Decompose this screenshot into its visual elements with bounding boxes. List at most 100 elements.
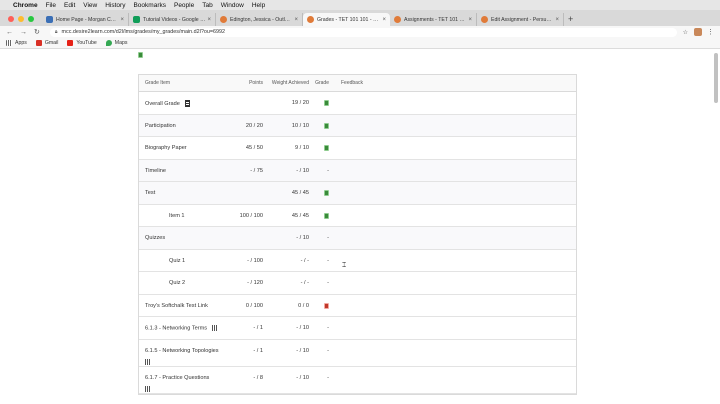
close-window-icon[interactable] (8, 16, 14, 22)
back-icon[interactable]: ← (6, 29, 13, 36)
grade-cell (309, 295, 333, 309)
feedback-cell (333, 295, 576, 303)
menu-app-name[interactable]: Chrome (13, 2, 38, 9)
feedback-cell (333, 205, 576, 213)
weight-cell: 45 / 45 (291, 190, 309, 196)
bookmark-apps[interactable]: Apps (6, 40, 27, 46)
col-grade: Grade (315, 80, 329, 86)
grade-badge-icon (324, 190, 329, 196)
table-row: Troy's Softchalk Test Link 0 / 100 0 / 0 (139, 295, 576, 317)
menu-window[interactable]: Window (221, 2, 244, 9)
browser-tab[interactable]: Edington, Jessica - Outlook Web× (216, 13, 303, 26)
feedback-cell (333, 182, 576, 190)
grade-badge-icon (324, 100, 329, 106)
d2l-favicon-icon (220, 16, 227, 23)
feedback-cell (333, 367, 576, 375)
grade-item-name: Biography Paper (145, 145, 187, 151)
statistics-icon[interactable] (212, 325, 219, 331)
close-tab-icon[interactable]: × (120, 17, 124, 23)
browser-tab[interactable]: Assignments - TET 101 101 - Sa× (390, 13, 477, 26)
menu-help[interactable]: Help (252, 2, 265, 9)
menu-dots-icon[interactable]: ⋮ (707, 28, 714, 36)
grades-table: Grade Item Points Weight Achieved Grade … (138, 74, 577, 395)
bookmark-label: YouTube (76, 40, 97, 46)
gmail-icon (35, 40, 42, 46)
forward-icon[interactable]: → (20, 29, 27, 36)
tab-title: Edington, Jessica - Outlook Web (230, 16, 293, 23)
bookmark-gmail[interactable]: Gmail (35, 40, 58, 46)
table-row: Test 45 / 45 (139, 182, 576, 205)
table-row: Quizzes - / 10 - (139, 227, 576, 250)
tab-strip: Home Page - Morgan Communi...× Tutorial … (0, 10, 720, 26)
weight-cell: - / - (300, 280, 309, 286)
lock-icon[interactable]: 🔒︎ (55, 29, 58, 35)
menu-history[interactable]: History (105, 2, 125, 9)
bookmark-youtube[interactable]: YouTube (67, 40, 97, 46)
bookmarks-bar: Apps Gmail YouTube Maps (0, 38, 720, 49)
site-favicon-icon (46, 16, 53, 23)
zoom-window-icon[interactable] (28, 16, 34, 22)
grade-item-name: Quiz 1 (169, 257, 186, 264)
bookmark-label: Maps (114, 40, 128, 46)
grade-item-name: Quiz 2 (169, 280, 186, 286)
grade-item-name: 6.1.5 - Networking Topologies (145, 347, 219, 354)
points-cell: - / 100 (247, 257, 263, 264)
col-feedback: Feedback (341, 80, 363, 86)
bookmark-label: Apps (15, 40, 27, 46)
bookmark-star-icon[interactable]: ☆ (683, 29, 688, 36)
menu-tab[interactable]: Tab (202, 2, 212, 9)
feedback-cell (333, 250, 576, 258)
table-row: Item 1 100 / 100 45 / 45 (139, 205, 576, 227)
statistics-icon[interactable] (145, 358, 151, 365)
grade-badge-icon (324, 302, 329, 309)
menu-view[interactable]: View (83, 2, 97, 9)
menu-people[interactable]: People (174, 2, 194, 9)
tab-title: Grades - TET 101 101 - Sample (317, 16, 380, 23)
address-bar[interactable]: 🔒︎ mcc.desire2learn.com/d2l/lms/grades/m… (49, 27, 677, 37)
browser-tab[interactable]: Tutorial Videos - Google Sheets× (129, 13, 216, 26)
table-row: Overall Grade 19 / 20 (139, 92, 576, 115)
table-header: Grade Item Points Weight Achieved Grade … (139, 75, 576, 92)
statistics-icon[interactable] (145, 385, 151, 392)
close-tab-icon[interactable]: × (294, 17, 298, 23)
reload-icon[interactable]: ↻ (34, 28, 40, 36)
minimize-window-icon[interactable] (18, 16, 24, 22)
menu-edit[interactable]: Edit (64, 2, 75, 9)
bookmark-maps[interactable]: Maps (105, 40, 128, 46)
browser-tab-active[interactable]: Grades - TET 101 101 - Sample× (303, 13, 390, 26)
grade-badge-icon (324, 212, 329, 219)
feedback-cell (333, 317, 576, 325)
grade-cell: - (327, 257, 329, 264)
weight-cell: 10 / 10 (291, 122, 309, 129)
feedback-cell (333, 137, 576, 145)
mac-menubar: Chrome File Edit View History Bookmarks … (0, 0, 720, 10)
browser-tab[interactable]: Edit Assignment - Persuasive Re× (477, 13, 564, 26)
col-points: Points (249, 80, 263, 86)
new-tab-icon[interactable]: + (564, 14, 579, 26)
sheets-favicon-icon (133, 16, 140, 23)
scrollbar[interactable] (714, 53, 718, 103)
close-tab-icon[interactable]: × (382, 17, 386, 23)
table-row: Participation 20 / 20 10 / 10 (139, 114, 576, 137)
feedback-cell (333, 272, 576, 280)
profile-avatar-icon[interactable] (694, 28, 702, 36)
grade-badge-icon (138, 52, 143, 58)
close-tab-icon[interactable]: × (468, 17, 472, 23)
weight-cell: - / 10 (296, 374, 309, 381)
grade-item-cell: 6.1.5 - Networking Topologies (139, 340, 231, 365)
close-tab-icon[interactable]: × (207, 17, 211, 23)
weight-cell: - / 10 (296, 167, 309, 174)
browser-tab[interactable]: Home Page - Morgan Communi...× (42, 13, 129, 26)
menu-bookmarks[interactable]: Bookmarks (133, 2, 166, 9)
calculator-icon[interactable] (184, 100, 190, 107)
table-row: Quiz 2 - / 120 - / - - (139, 272, 576, 295)
page-content: Grade Item Points Weight Achieved Grade … (0, 49, 720, 404)
table-row: 6.1.7 - Practice Questions - / 8 - / 10 … (139, 367, 576, 394)
tab-title: Tutorial Videos - Google Sheets (143, 16, 205, 23)
menu-file[interactable]: File (46, 2, 56, 9)
weight-cell: - / 10 (296, 347, 309, 354)
grade-item-name: Item 1 (169, 212, 185, 219)
grade-badge-icon (324, 145, 329, 151)
close-tab-icon[interactable]: × (555, 17, 559, 23)
table-row: Quiz 1 - / 100 - / - - (139, 250, 576, 272)
